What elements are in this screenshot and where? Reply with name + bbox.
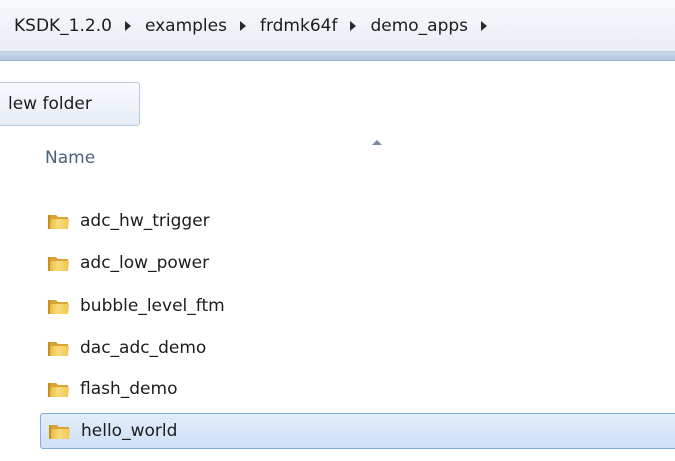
folder-icon [48, 212, 70, 230]
breadcrumb-item-examples[interactable]: examples [143, 16, 229, 36]
breadcrumb-arrow-icon[interactable] [239, 21, 246, 31]
new-folder-button[interactable]: lew folder [0, 82, 140, 126]
file-list-item[interactable]: flash_demo [40, 371, 675, 407]
menu-strip [0, 52, 675, 61]
file-list-item[interactable]: adc_low_power [40, 245, 675, 281]
folder-name: dac_adc_demo [80, 338, 207, 358]
breadcrumb-item-demo-apps[interactable]: demo_apps [368, 16, 470, 36]
folder-icon [48, 380, 70, 398]
file-list-item[interactable]: dac_adc_demo [40, 330, 675, 366]
file-list-item[interactable]: bubble_level_ftm [40, 288, 675, 324]
address-bar[interactable]: KSDK_1.2.0 examples frdmk64f demo_apps [0, 0, 675, 52]
breadcrumb-arrow-icon[interactable] [481, 21, 488, 31]
sort-ascending-icon [372, 140, 382, 145]
breadcrumb-arrow-icon[interactable] [350, 21, 357, 31]
folder-name: hello_world [81, 421, 178, 441]
folder-name: flash_demo [80, 379, 178, 399]
breadcrumb: KSDK_1.2.0 examples frdmk64f demo_apps [12, 15, 499, 37]
folder-icon [48, 339, 70, 357]
file-list-item[interactable]: hello_world [40, 413, 675, 449]
folder-name: bubble_level_ftm [80, 296, 225, 316]
folder-icon [48, 254, 70, 272]
breadcrumb-arrow-icon[interactable] [124, 21, 131, 31]
breadcrumb-item-ksdk[interactable]: KSDK_1.2.0 [12, 16, 114, 36]
folder-icon [49, 422, 71, 440]
folder-icon [48, 297, 70, 315]
folder-name: adc_hw_trigger [80, 211, 210, 231]
explorer-window: KSDK_1.2.0 examples frdmk64f demo_apps l… [0, 0, 675, 461]
folder-name: adc_low_power [80, 253, 210, 273]
column-header-name[interactable]: Name [45, 148, 95, 168]
breadcrumb-item-frdmk64f[interactable]: frdmk64f [258, 16, 340, 36]
file-list-item[interactable]: adc_hw_trigger [40, 203, 675, 239]
